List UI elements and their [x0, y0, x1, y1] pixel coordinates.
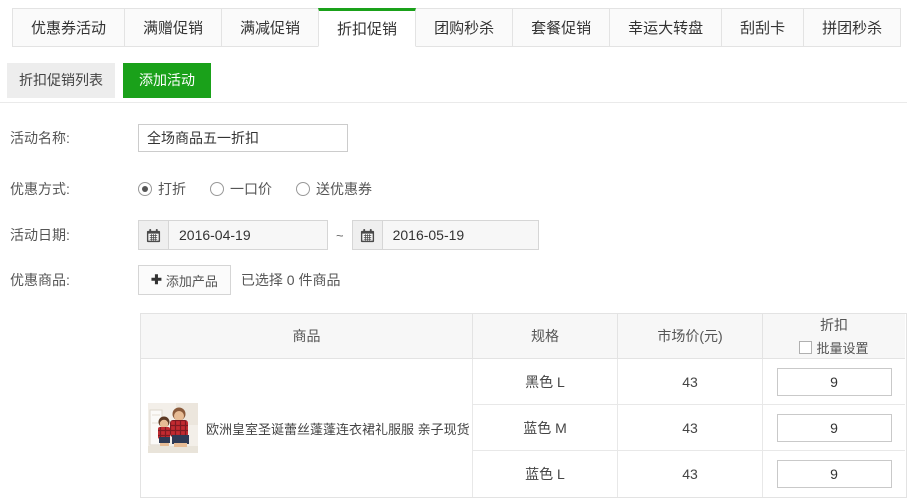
discount-input[interactable]: [777, 460, 892, 488]
calendar-icon[interactable]: [139, 221, 169, 249]
discount-header-label: 折扣: [820, 315, 848, 335]
price-cell: 43: [618, 359, 763, 405]
batch-set-control[interactable]: 批量设置: [799, 338, 868, 357]
discount-method-row: 优惠方式: 打折 一口价 送优惠券: [10, 179, 907, 199]
batch-checkbox[interactable]: [799, 341, 812, 354]
radio-label: 一口价: [230, 179, 272, 199]
promo-tab-label: 幸运大转盘: [628, 17, 703, 38]
discount-cell: [763, 451, 905, 497]
promo-tab[interactable]: 套餐促销: [512, 8, 610, 47]
discount-input[interactable]: [777, 414, 892, 442]
calendar-icon[interactable]: [353, 221, 383, 249]
promo-tab-label: 满减促销: [240, 17, 300, 38]
product-table: 商品 规格 市场价(元) 折扣 批量设置: [140, 313, 907, 498]
date-range-separator: ~: [336, 228, 344, 243]
discount-list-button[interactable]: 折扣促销列表: [7, 63, 115, 98]
promo-tab[interactable]: 折扣促销: [318, 8, 416, 47]
radio-icon[interactable]: [210, 182, 224, 196]
activity-date-label: 活动日期:: [10, 225, 138, 245]
price-cell: 43: [618, 405, 763, 451]
discount-input[interactable]: [777, 368, 892, 396]
promo-tab-label: 折扣促销: [337, 18, 397, 39]
plus-icon: ✚: [151, 272, 162, 288]
activity-name-label: 活动名称:: [10, 128, 138, 148]
product-image: [148, 403, 198, 453]
discount-column-header: 折扣 批量设置: [763, 314, 905, 359]
add-activity-button[interactable]: 添加活动: [123, 63, 211, 98]
add-product-button-label: 添加产品: [166, 271, 218, 290]
promo-tab-label: 满赠促销: [143, 17, 203, 38]
subnav: 折扣促销列表 添加活动: [7, 63, 907, 98]
promo-tab[interactable]: 刮刮卡: [721, 8, 804, 47]
promo-tab-label: 刮刮卡: [740, 17, 785, 38]
selected-count-text: 已选择 0 件商品: [241, 270, 341, 290]
promo-tab[interactable]: 满赠促销: [124, 8, 222, 47]
activity-name-input[interactable]: [138, 124, 348, 152]
discount-method-option[interactable]: 打折: [138, 179, 186, 199]
radio-label: 打折: [158, 179, 186, 199]
promo-tab[interactable]: 团购秒杀: [415, 8, 513, 47]
promo-tab[interactable]: 拼团秒杀: [803, 8, 901, 47]
activity-name-row: 活动名称:: [10, 123, 907, 153]
discount-cell: [763, 359, 905, 405]
spec-cell: 蓝色 M: [473, 405, 618, 451]
promo-tab-label: 拼团秒杀: [822, 17, 882, 38]
batch-checkbox-label: 批量设置: [816, 338, 868, 357]
end-date-input[interactable]: [352, 220, 539, 250]
radio-icon[interactable]: [138, 182, 152, 196]
product-title: 欧洲皇室圣诞蕾丝蓬蓬连衣裙礼服服 亲子现货: [206, 419, 470, 438]
promo-tab[interactable]: 优惠券活动: [12, 8, 125, 47]
discount-goods-label: 优惠商品:: [10, 270, 138, 290]
promo-tab-label: 团购秒杀: [434, 17, 494, 38]
spec-cell: 蓝色 L: [473, 451, 618, 497]
add-product-button[interactable]: ✚ 添加产品: [138, 265, 231, 295]
start-date-value[interactable]: [169, 227, 299, 243]
radio-label: 送优惠券: [316, 179, 372, 199]
activity-date-row: 活动日期: ~: [10, 220, 907, 250]
promo-tabbar: 优惠券活动 满赠促销 满减促销 折扣促销 团购秒杀 套餐促销 幸运大转盘 刮刮卡…: [13, 8, 907, 47]
end-date-value[interactable]: [383, 227, 513, 243]
discount-method-option[interactable]: 一口价: [210, 179, 272, 199]
spec-cell: 黑色 L: [473, 359, 618, 405]
discount-method-option[interactable]: 送优惠券: [296, 179, 372, 199]
price-cell: 43: [618, 451, 763, 497]
discount-cell: [763, 405, 905, 451]
divider: [0, 102, 907, 103]
product-column-header: 商品: [141, 314, 473, 359]
spec-column-header: 规格: [473, 314, 618, 359]
product-cell: 欧洲皇室圣诞蕾丝蓬蓬连衣裙礼服服 亲子现货: [141, 359, 473, 497]
promo-tab[interactable]: 幸运大转盘: [609, 8, 722, 47]
promo-tab-label: 套餐促销: [531, 17, 591, 38]
discount-goods-row: 优惠商品: ✚ 添加产品 已选择 0 件商品: [10, 265, 907, 295]
discount-method-label: 优惠方式:: [10, 179, 138, 199]
price-column-header: 市场价(元): [618, 314, 763, 359]
discount-method-options: 打折 一口价 送优惠券: [138, 179, 396, 199]
promo-tab[interactable]: 满减促销: [221, 8, 319, 47]
promo-tab-label: 优惠券活动: [31, 17, 106, 38]
radio-icon[interactable]: [296, 182, 310, 196]
start-date-input[interactable]: [138, 220, 328, 250]
